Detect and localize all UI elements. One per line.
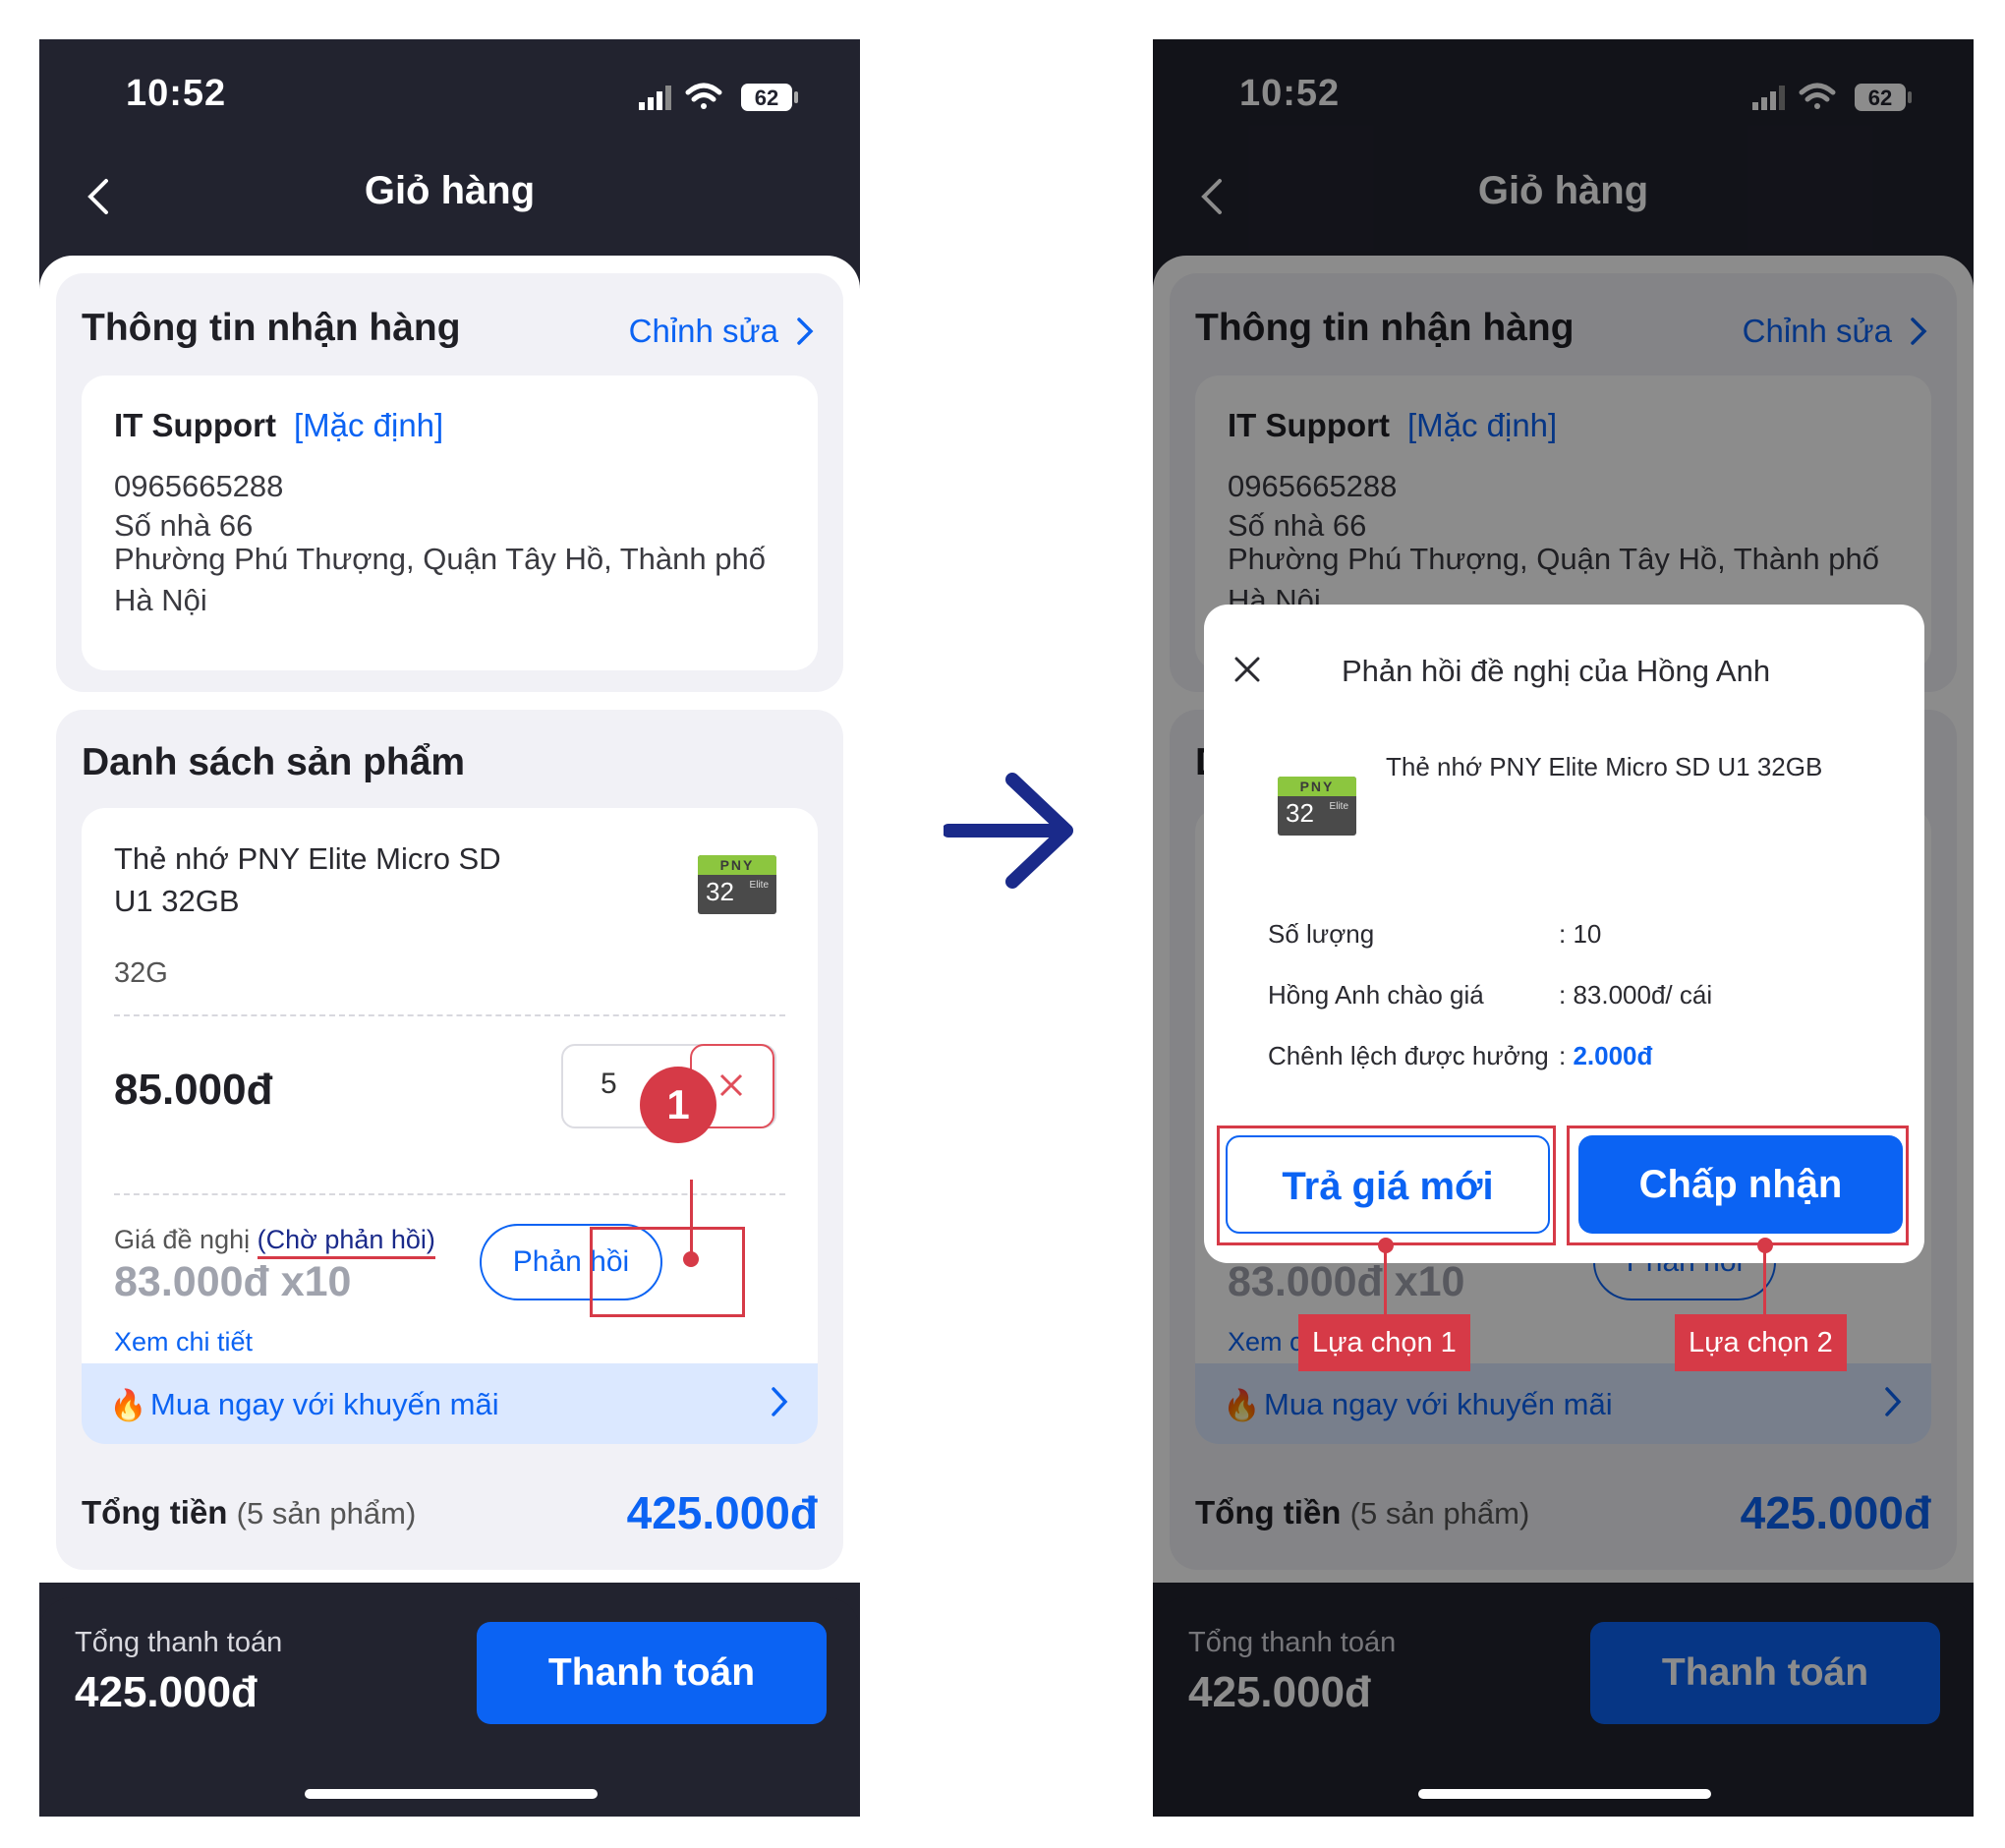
step-badge: 1: [640, 1067, 716, 1143]
sd-card-image: PNY 32 Elite: [698, 855, 776, 914]
reply-highlight-box: [590, 1227, 745, 1317]
nav-bar: Giỏ hàng: [39, 147, 860, 246]
annotation-dot: [1757, 1238, 1773, 1253]
promo-text: Mua ngay với khuyến mãi: [150, 1387, 499, 1421]
total-label: Tổng tiền (5 sản phẩm): [82, 1494, 417, 1530]
sd-card-image: PNY 32 Elite: [1278, 777, 1356, 836]
arrow-right-icon: [944, 773, 1073, 889]
quantity-value[interactable]: 5: [601, 1068, 617, 1101]
choice1-callout: Lựa chọn 1: [1298, 1314, 1470, 1371]
annotation-dot: [683, 1251, 699, 1267]
checkout-bar: Tổng thanh toán 425.000đ Thanh toán: [39, 1597, 860, 1817]
dialog-title: Phản hồi đề nghị của Hồng Anh: [1342, 654, 1771, 688]
product-list-title: Danh sách sản phẩm: [82, 741, 466, 783]
receiver-name: IT Support: [114, 407, 276, 443]
cart-content: Thông tin nhận hàng Chỉnh sửa IT Support…: [39, 256, 860, 1583]
battery-icon: 62: [741, 84, 798, 111]
divider: [114, 1014, 785, 1016]
choice2-callout: Lựa chọn 2: [1675, 1314, 1847, 1371]
edit-receiver-link[interactable]: Chỉnh sửa: [629, 313, 814, 350]
receiver-phone: 0965665288: [114, 469, 284, 503]
address-line2: Phường Phú Thượng, Quận Tây Hồ, Thành ph…: [114, 542, 766, 617]
offered-price-row: Hồng Anh chào giá: 83.000đ/ cái: [1268, 980, 1713, 1010]
status-time: 10:52: [126, 73, 227, 114]
offer-label: Giá đề nghị (Chờ phản hồi): [114, 1225, 435, 1259]
receiver-title: Thông tin nhận hàng: [82, 307, 461, 349]
choice1-highlight-box: [1217, 1126, 1556, 1245]
fire-icon: 🔥: [109, 1388, 147, 1422]
phone-screen-dialog: 10:52 62 Giỏ hàng Thông tin nhận hàng Ch…: [1153, 39, 1974, 1817]
product-name: Thẻ nhớ PNY Elite Micro SD U1 32GB: [114, 841, 501, 918]
close-icon[interactable]: [1232, 654, 1263, 685]
grand-total-label: Tổng thanh toán: [75, 1627, 283, 1658]
promo-banner[interactable]: 🔥 Mua ngay với khuyến mãi: [82, 1363, 818, 1444]
receiver-name-row: IT Support [Mặc định]: [114, 407, 443, 444]
checkout-button[interactable]: Thanh toán: [477, 1622, 827, 1724]
home-indicator: [305, 1789, 598, 1799]
difference-row: Chênh lệch được hưởng: 2.000đ: [1268, 1041, 1653, 1070]
wifi-icon: [685, 83, 722, 109]
annotation-connector: [1384, 1245, 1387, 1314]
divider: [114, 1193, 785, 1195]
signal-icon: [639, 86, 671, 110]
svg-text:62: 62: [755, 86, 778, 110]
phone-screen-cart: 10:52 62 Giỏ hàng Thông tin nhận hàng Ch…: [39, 39, 860, 1817]
home-indicator: [1418, 1789, 1711, 1799]
product-list-card: Danh sách sản phẩm Thẻ nhớ PNY Elite Mic…: [56, 710, 843, 1570]
annotation-connector: [1763, 1245, 1766, 1314]
offer-status: (Chờ phản hồi): [257, 1225, 435, 1259]
product-variant: 32G: [114, 957, 168, 989]
status-icons: 62: [639, 83, 798, 111]
total-row: Tổng tiền (5 sản phẩm) 425.000đ: [82, 1486, 818, 1545]
quantity-row: Số lượng: 10: [1268, 919, 1602, 949]
dialog-product-name: Thẻ nhớ PNY Elite Micro SD U1 32GB: [1386, 752, 1823, 781]
chevron-right-icon: [772, 1387, 788, 1416]
view-detail-link[interactable]: Xem chi tiết: [114, 1327, 253, 1357]
offer-price: 83.000đ x10: [114, 1258, 352, 1305]
choice2-highlight-box: [1567, 1126, 1909, 1245]
total-value: 425.000đ: [626, 1487, 818, 1538]
grand-total-value: 425.000đ: [75, 1668, 258, 1716]
edit-label: Chỉnh sửa: [628, 313, 778, 349]
receiver-card: Thông tin nhận hàng Chỉnh sửa IT Support…: [56, 273, 843, 692]
product-price: 85.000đ: [114, 1066, 273, 1114]
default-tag: [Mặc định]: [293, 407, 444, 443]
status-bar: 10:52 62: [39, 39, 860, 147]
address-box: IT Support [Mặc định] 0965665288 Số nhà 6…: [82, 375, 818, 670]
annotation-dot: [1378, 1238, 1394, 1253]
page-title: Giỏ hàng: [364, 169, 536, 212]
chevron-right-icon: [797, 318, 814, 345]
